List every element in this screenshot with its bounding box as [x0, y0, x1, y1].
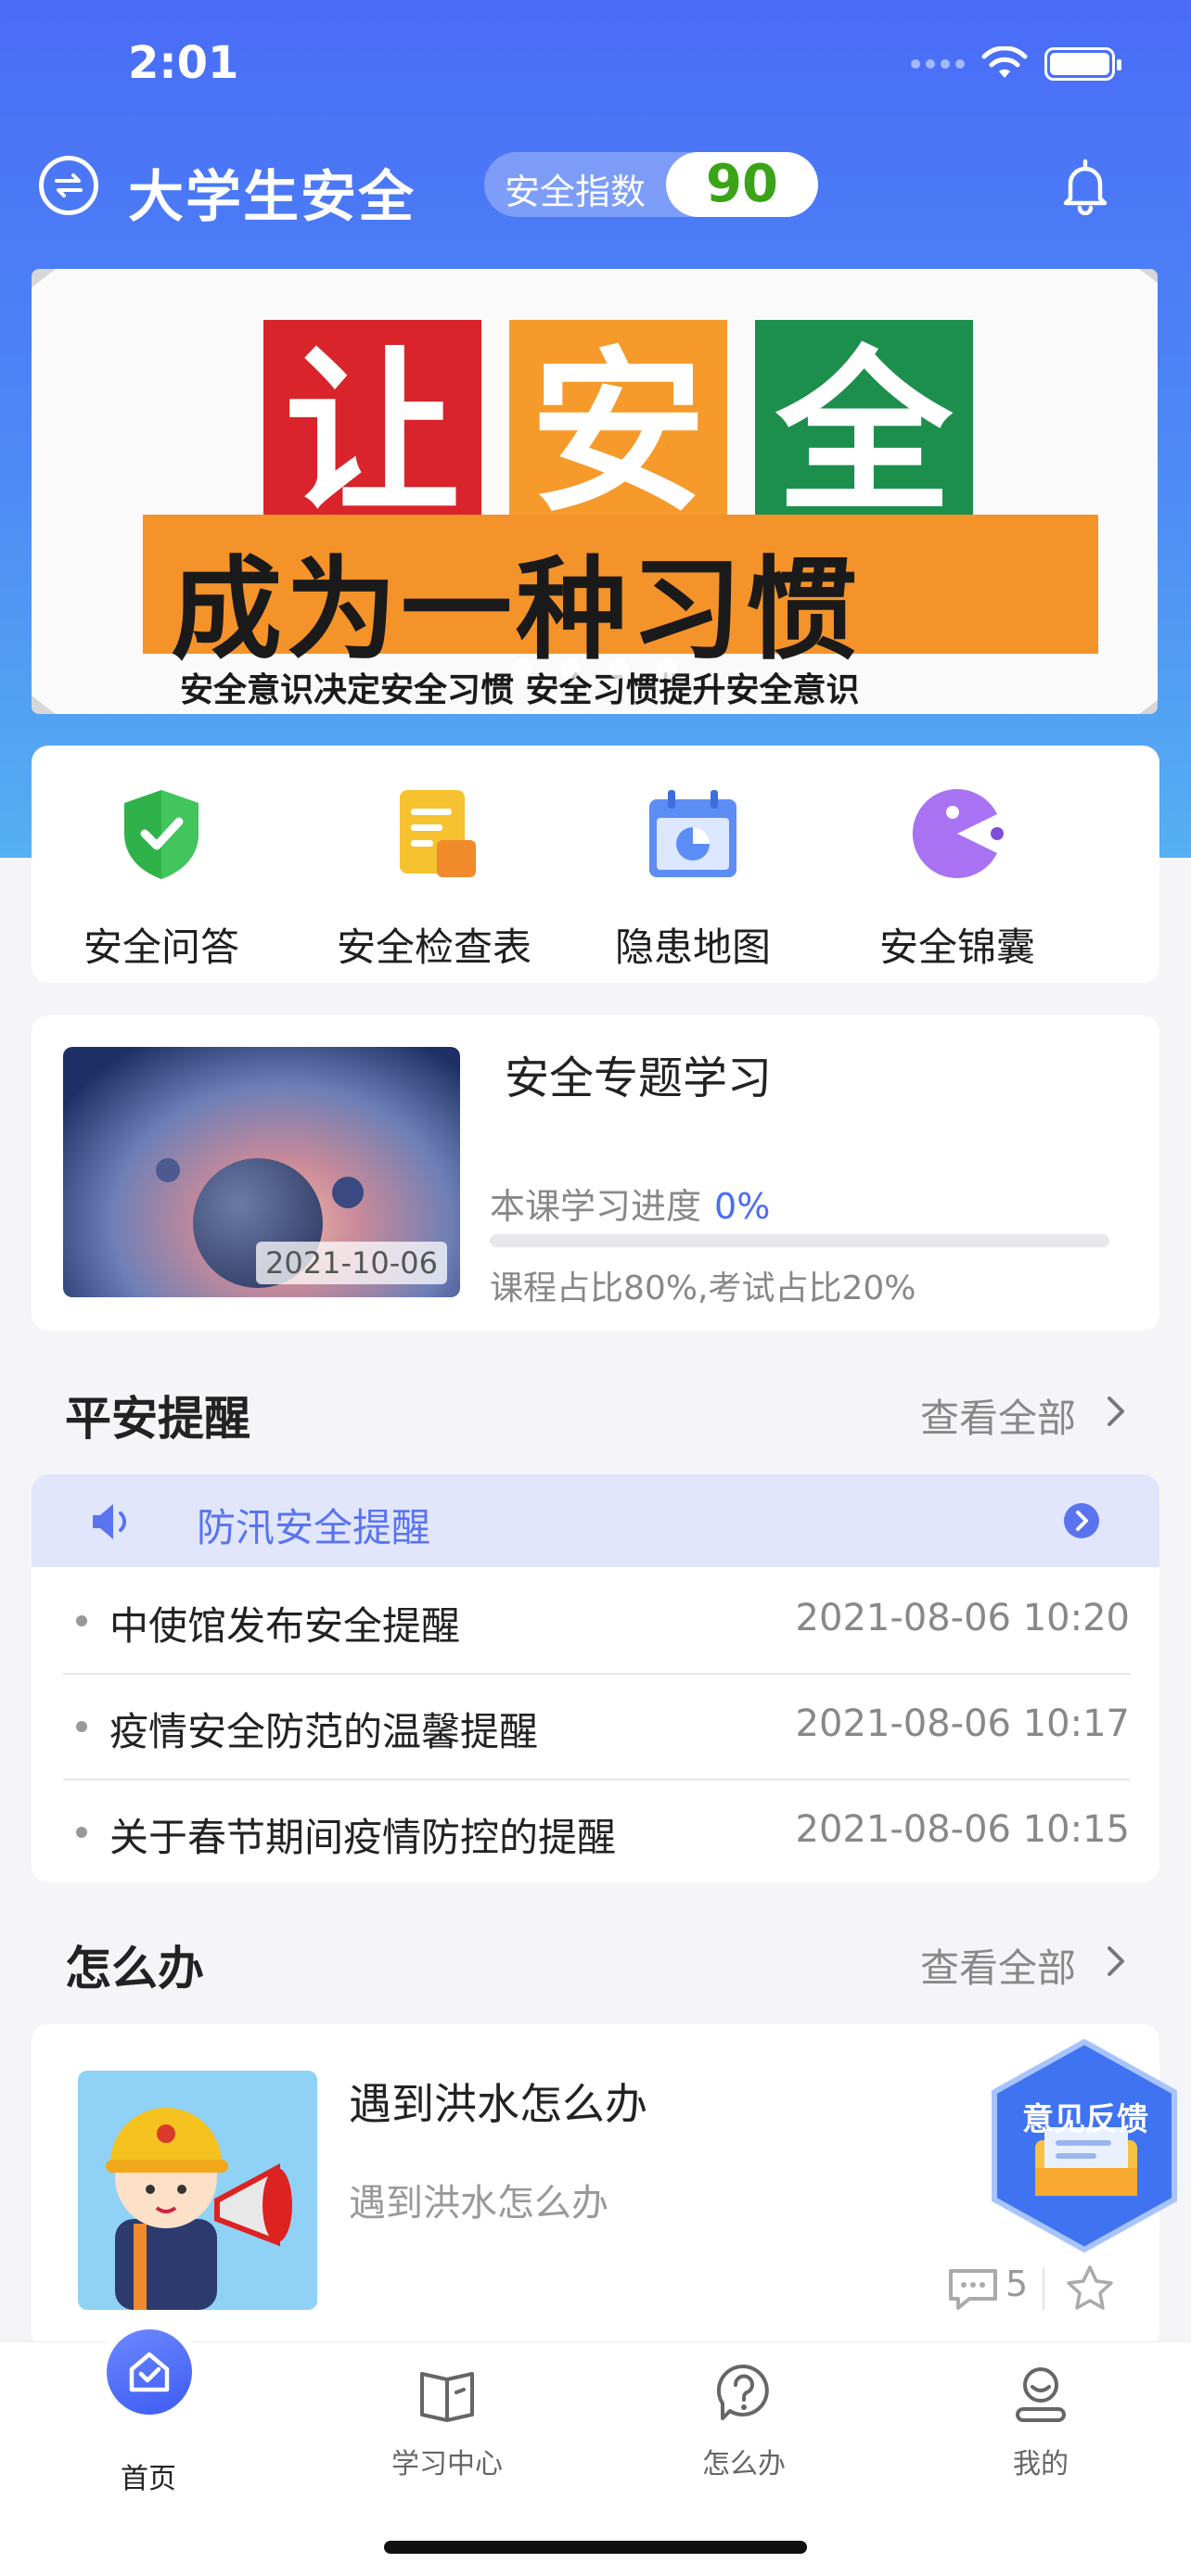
reminder-banner[interactable]: 防汛安全提醒 [32, 1474, 1159, 1567]
howto-header: 怎么办 查看全部 [32, 1922, 1159, 1996]
swap-icon [55, 173, 83, 198]
divider [1043, 2267, 1044, 2310]
reminder-title: 中使馆发布安全提醒 [109, 1603, 461, 1649]
arrow-circle-icon[interactable] [1063, 1502, 1100, 1539]
quick-action-tips[interactable]: 安全锦囊 [827, 783, 1087, 973]
star-icon[interactable] [1065, 2264, 1115, 2312]
reminder-title: 疫情安全防范的温馨提醒 [109, 1709, 539, 1754]
wifi-icon [981, 46, 1028, 78]
safety-index-badge[interactable]: 安全指数 90 [484, 152, 818, 217]
status-icons [911, 46, 1121, 82]
reminder-time: 2021-08-06 10:15 [795, 1808, 1130, 1851]
home-indicator [384, 2541, 807, 2554]
quick-action-hazard-map[interactable]: 隐患地图 [563, 783, 823, 973]
carousel-dot[interactable] [657, 658, 677, 679]
banner-headline: 让 安 全 [263, 320, 973, 536]
pacman-icon [912, 789, 1004, 878]
quick-actions: 安全问答 安全检查表 隐患地图 安全锦囊 [32, 746, 1159, 983]
status-bar: 2:01 [0, 0, 1191, 134]
reminder-item[interactable]: 关于春节期间疫情防控的提醒 2021-08-06 10:15 [63, 1779, 1130, 1882]
tab-home[interactable]: 首页 [56, 2444, 241, 2496]
reminder-title: 关于春节期间疫情防控的提醒 [109, 1815, 617, 1860]
home-tab-icon-bubble[interactable] [98, 2321, 200, 2423]
calendar-chart-icon [649, 790, 736, 877]
feedback-icon [992, 2038, 1177, 2253]
course-title: 安全专题学习 [505, 1052, 773, 1104]
speaker-icon [93, 1504, 127, 1539]
course-date: 2021-10-06 [256, 1242, 447, 1284]
section-title: 怎么办 [65, 1942, 204, 1996]
bullet-icon [76, 1721, 87, 1732]
view-all-link[interactable]: 查看全部 [920, 1937, 1076, 1994]
quick-action-checklist[interactable]: 安全检查表 [304, 783, 564, 973]
quick-action-label: 安全检查表 [336, 925, 531, 970]
banner-word: 安 [509, 320, 727, 536]
tab-label: 学习中心 [391, 2448, 503, 2480]
reminder-time: 2021-08-06 10:17 [795, 1702, 1130, 1745]
course-progress-text: 本课学习进度 0% [490, 1178, 770, 1229]
quick-action-label: 安全锦囊 [878, 925, 1035, 970]
banner-word: 让 [263, 320, 481, 536]
banner-word: 全 [755, 320, 973, 536]
section-title: 平安提醒 [65, 1392, 250, 1446]
reminder-banner-text: 防汛安全提醒 [197, 1505, 431, 1550]
carousel-dots[interactable] [512, 658, 677, 679]
profile-icon [1016, 2367, 1066, 2422]
banner-subtitle: 成为一种习惯 [171, 546, 861, 675]
app-header: 大学生安全 安全指数 90 [0, 139, 1191, 232]
question-icon [716, 2364, 769, 2420]
howto-thumbnail [78, 2071, 317, 2310]
tab-learning-center[interactable]: 学习中心 [354, 2361, 540, 2481]
chevron-right-icon[interactable] [1100, 1943, 1132, 1980]
quick-action-label: 隐患地图 [614, 925, 771, 970]
feedback-button[interactable]: 意见反馈 [987, 2038, 1182, 2253]
battery-icon [1044, 47, 1121, 81]
status-time: 2:01 [128, 37, 239, 89]
bullet-icon [76, 1827, 87, 1838]
tab-howto[interactable]: 怎么办 [651, 2361, 837, 2481]
menu-button[interactable] [39, 156, 98, 215]
shield-check-icon [124, 790, 198, 879]
checklist-icon [400, 790, 476, 877]
course-thumbnail: 2021-10-06 [63, 1047, 460, 1297]
comment-count: 5 [1005, 2264, 1029, 2304]
quick-action-qa[interactable]: 安全问答 [32, 783, 291, 973]
tab-label: 怎么办 [702, 2448, 786, 2480]
bell-icon [1063, 159, 1108, 216]
howto-item-desc: 遇到洪水怎么办 [349, 2182, 608, 2225]
carousel-dot[interactable] [560, 658, 581, 679]
feedback-label: 意见反馈 [1022, 2101, 1148, 2138]
bullet-icon [76, 1615, 87, 1626]
safety-index-label: 安全指数 [505, 172, 647, 212]
promo-banner[interactable]: 让 安 全 成为一种习惯 安全意识决定安全习惯 安全习惯提升安全意识 [32, 269, 1158, 714]
progress-bar [490, 1234, 1109, 1247]
tab-label: 首页 [121, 2463, 176, 2495]
carousel-dot[interactable] [512, 658, 532, 679]
howto-item-title: 遇到洪水怎么办 [349, 2079, 647, 2129]
safety-index-value: 90 [666, 152, 818, 217]
progress-label: 本课学习进度 [490, 1186, 702, 1227]
course-note: 课程占比80%,考试占比20% [490, 1269, 916, 1307]
view-all-link[interactable]: 查看全部 [920, 1387, 1076, 1444]
app-title: 大学生安全 [128, 165, 416, 230]
tab-profile[interactable]: 我的 [948, 2361, 1133, 2481]
reminder-item[interactable]: 疫情安全防范的温馨提醒 2021-08-06 10:17 [63, 1673, 1130, 1779]
course-card[interactable]: 2021-10-06 安全专题学习 本课学习进度 0% 课程占比80%,考试占比2… [32, 1015, 1159, 1331]
reminders-card: 防汛安全提醒 中使馆发布安全提醒 2021-08-06 10:20 疫情安全防范… [32, 1474, 1159, 1882]
quick-action-label: 安全问答 [83, 925, 239, 970]
carousel-dot[interactable] [608, 658, 629, 679]
book-icon [420, 2372, 474, 2422]
chevron-right-icon[interactable] [1100, 1393, 1132, 1430]
signal-icon [911, 59, 965, 69]
reminder-item[interactable]: 中使馆发布安全提醒 2021-08-06 10:20 [63, 1567, 1130, 1673]
notification-button[interactable] [1057, 156, 1113, 216]
comment-icon[interactable] [945, 2265, 1001, 2312]
worker-megaphone-illustration [106, 2108, 292, 2310]
progress-value: 0% [714, 1186, 771, 1227]
home-icon [129, 2352, 170, 2392]
reminder-time: 2021-08-06 10:20 [795, 1597, 1130, 1639]
tab-label: 我的 [1013, 2448, 1069, 2480]
reminders-header: 平安提醒 查看全部 [32, 1372, 1159, 1447]
